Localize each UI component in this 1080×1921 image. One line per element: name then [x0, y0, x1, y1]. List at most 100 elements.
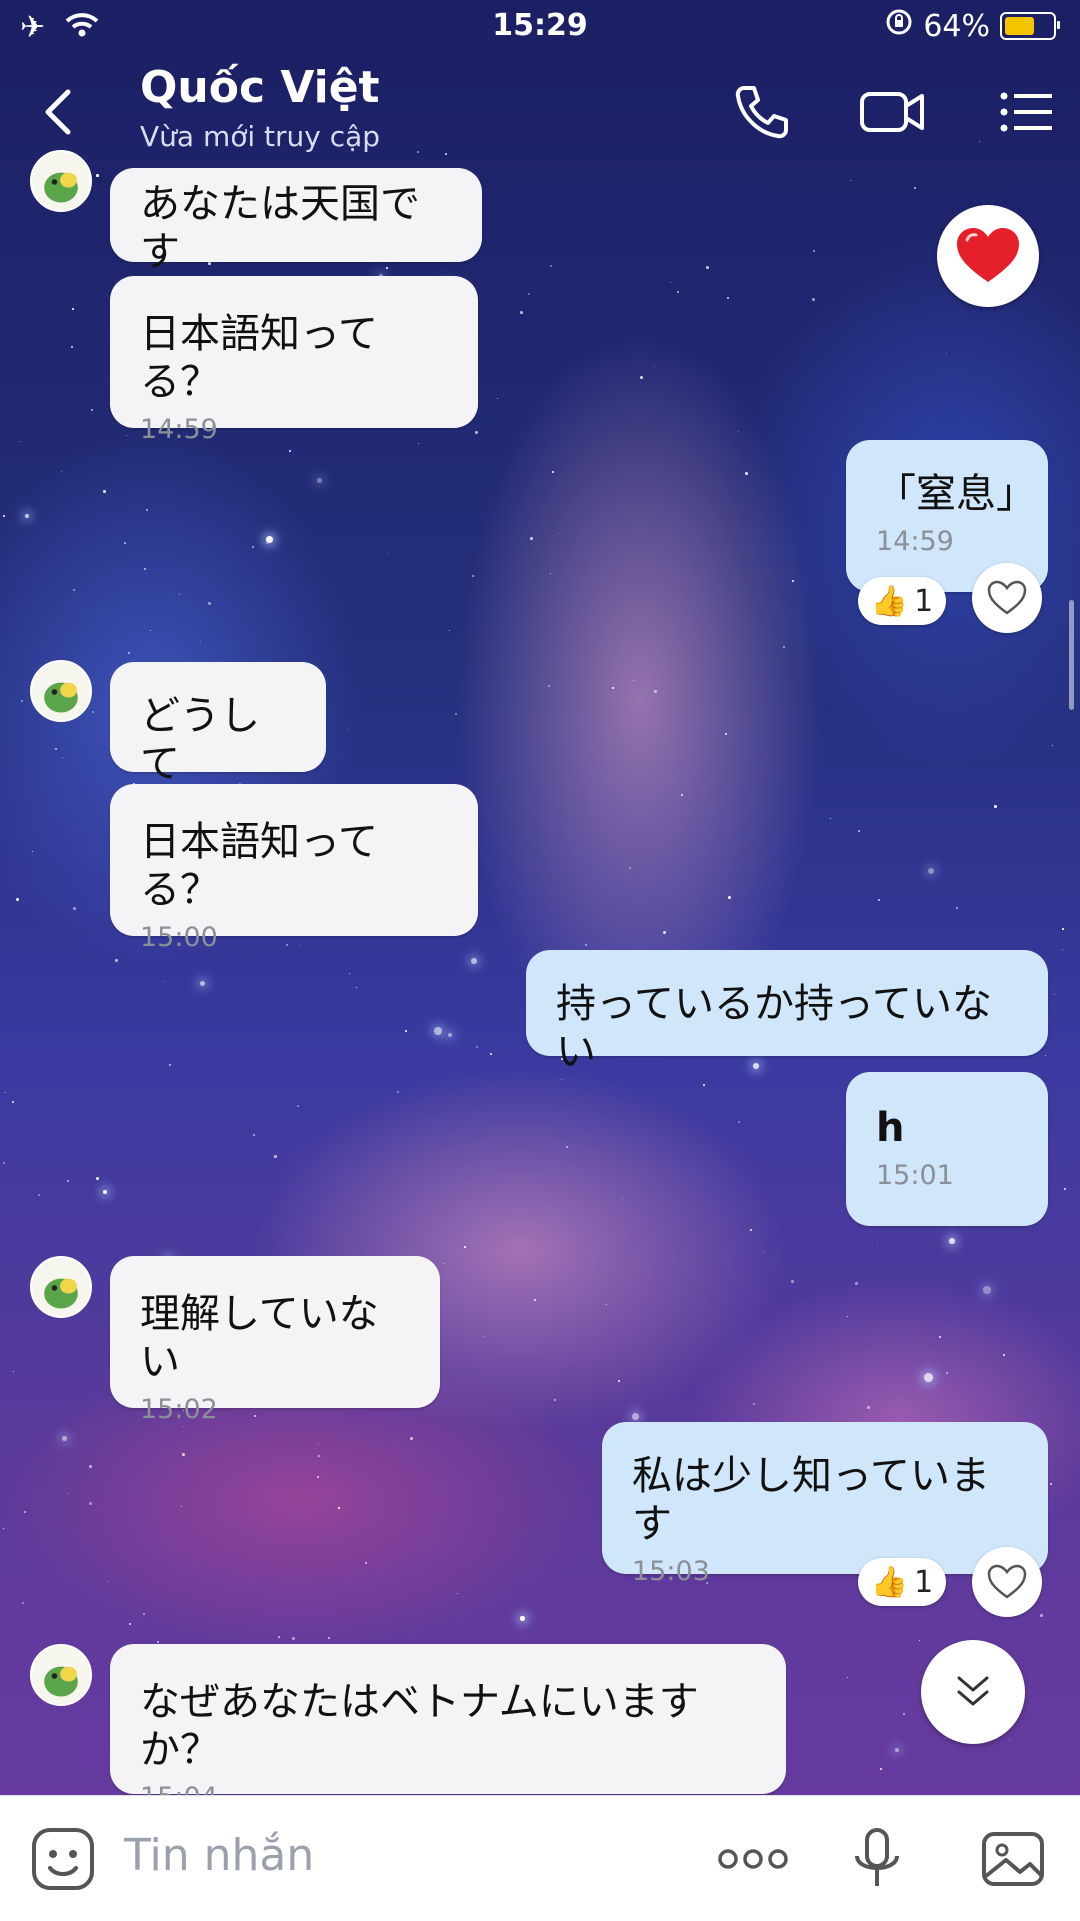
sticker-icon[interactable] [28, 1824, 98, 1894]
star [550, 573, 552, 575]
star [994, 805, 997, 808]
heart-icon[interactable] [972, 563, 1042, 633]
microphone-icon[interactable] [842, 1824, 912, 1894]
star [169, 1064, 172, 1067]
star [677, 291, 679, 293]
image-icon[interactable] [978, 1824, 1048, 1894]
star [32, 851, 34, 853]
star [476, 1046, 478, 1048]
message-time: 15:00 [140, 922, 218, 953]
star [143, 1613, 145, 1615]
contact-name[interactable]: Quốc Việt [140, 62, 380, 113]
star [654, 690, 657, 693]
reaction-badge[interactable]: 👍 1 [858, 1558, 946, 1606]
reaction-count: 1 [914, 583, 934, 619]
star [179, 594, 181, 596]
star [289, 450, 291, 452]
star [633, 680, 635, 682]
star [318, 1455, 321, 1458]
message-bubble[interactable]: 日本語知ってる？ 15:00 [110, 784, 478, 953]
star [22, 1602, 25, 1605]
star [763, 1251, 765, 1253]
last-seen-status: Vừa mới truy cập [140, 120, 381, 153]
star [103, 1190, 108, 1195]
rotation-lock-icon [885, 8, 913, 44]
star [727, 297, 730, 300]
star [490, 1053, 493, 1056]
star [13, 1371, 15, 1373]
star [266, 536, 274, 544]
star [72, 308, 74, 310]
star [877, 1244, 879, 1246]
avatar[interactable] [30, 150, 92, 212]
heart-icon[interactable] [972, 1547, 1042, 1617]
star [1009, 1740, 1011, 1742]
star [552, 471, 555, 474]
star [903, 1713, 906, 1716]
message-bubble[interactable]: h 15:01 [846, 1072, 1048, 1226]
message-time: 15:01 [876, 1160, 954, 1191]
star [16, 898, 19, 901]
message-bubble[interactable]: 日本語知ってる？ 14:59 [110, 276, 478, 445]
star [1062, 949, 1064, 951]
star [3, 515, 6, 518]
star [528, 293, 531, 296]
scrollbar[interactable] [1069, 600, 1074, 710]
star [183, 1426, 185, 1428]
message-bubble[interactable]: あなたは天国です [110, 168, 482, 275]
back-icon[interactable] [38, 82, 78, 142]
star [62, 1436, 68, 1442]
message-text: 持っているか持っていない [556, 981, 992, 1075]
video-icon[interactable] [858, 80, 928, 144]
star [68, 1493, 70, 1495]
phone-icon[interactable] [730, 80, 794, 144]
star [878, 899, 880, 901]
menu-icon[interactable] [994, 80, 1058, 144]
star [129, 1623, 131, 1625]
star [200, 981, 205, 986]
star [847, 1316, 849, 1318]
star [738, 1121, 741, 1124]
star [867, 1406, 870, 1409]
reaction-badge[interactable]: 👍 1 [858, 577, 946, 625]
message-time: 14:59 [876, 526, 954, 557]
avatar[interactable] [30, 1256, 92, 1318]
avatar[interactable] [30, 660, 92, 722]
star [561, 1079, 563, 1081]
star [146, 509, 149, 512]
star [895, 1748, 900, 1753]
star [783, 646, 785, 648]
scroll-to-bottom-button[interactable] [921, 1640, 1025, 1744]
star [317, 1476, 320, 1479]
message-time: 15:03 [632, 1556, 710, 1587]
star [858, 830, 860, 832]
message-bubble[interactable]: どうして [110, 662, 326, 787]
more-icon[interactable] [716, 1824, 790, 1894]
message-bubble[interactable]: 持っているか持っていない [526, 950, 1048, 1075]
star [62, 757, 64, 759]
message-text: h [876, 1105, 905, 1151]
star [103, 490, 106, 493]
star [1003, 1354, 1006, 1357]
message-text: 日本語知ってる？ [140, 311, 378, 405]
heart-icon[interactable] [937, 205, 1039, 307]
message-bubble[interactable]: 私は少し知っています 15:03 [602, 1422, 1048, 1587]
star [791, 1280, 794, 1283]
star [924, 1373, 933, 1382]
message-input[interactable]: Tin nhắn [124, 1830, 314, 1881]
avatar[interactable] [30, 1644, 92, 1706]
message-bubble[interactable]: なぜあなたはベトナムにいますか？ 15:04 [110, 1644, 786, 1813]
thumbs-up-icon: 👍 [870, 1564, 909, 1600]
star [181, 1506, 183, 1508]
star [1052, 745, 1054, 747]
star [813, 250, 815, 252]
star [55, 748, 58, 751]
star [497, 398, 499, 400]
star [1062, 928, 1064, 930]
star [464, 1246, 466, 1248]
message-composer: Tin nhắn [0, 1795, 1080, 1921]
star [703, 1084, 706, 1087]
star [252, 546, 255, 549]
star [449, 630, 451, 632]
message-bubble[interactable]: 理解していない 15:02 [110, 1256, 440, 1425]
